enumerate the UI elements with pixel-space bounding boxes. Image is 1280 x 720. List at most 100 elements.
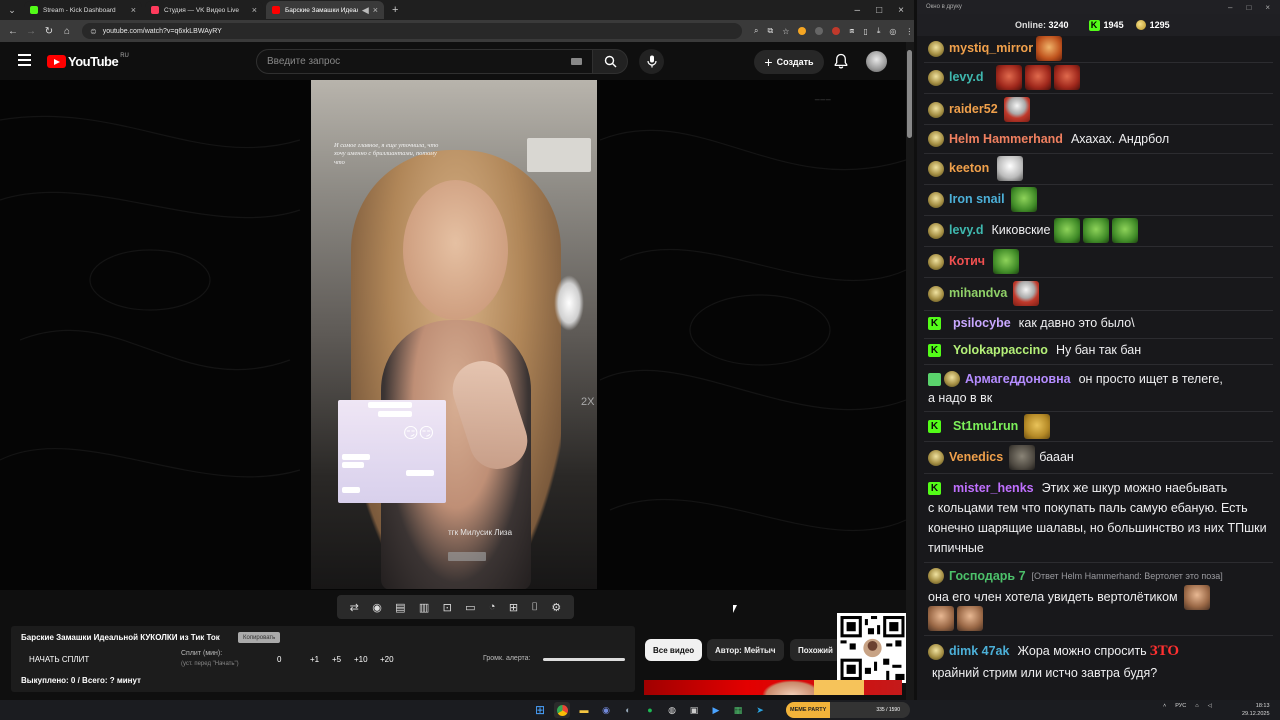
- add-clip-icon[interactable]: ⊞: [509, 601, 518, 614]
- language-indicator[interactable]: РУС: [1175, 703, 1186, 709]
- back-icon[interactable]: ←: [4, 26, 22, 37]
- username[interactable]: levy.d: [949, 71, 984, 84]
- volume-icon[interactable]: ◁: [1208, 703, 1212, 709]
- username[interactable]: psilocybe: [953, 317, 1011, 330]
- search-input[interactable]: Введите запрос: [256, 49, 593, 74]
- extension-icon[interactable]: [832, 27, 841, 35]
- maximize-icon[interactable]: □: [1246, 3, 1251, 12]
- close-icon[interactable]: ×: [898, 5, 904, 16]
- maximize-icon[interactable]: □: [876, 5, 882, 16]
- playlist-icon[interactable]: ▤: [395, 601, 405, 614]
- clapper-icon[interactable]: ▥: [419, 601, 429, 614]
- close-tab-icon[interactable]: ×: [131, 5, 136, 15]
- profile-icon[interactable]: ◎: [889, 27, 896, 36]
- copy-button[interactable]: Копировать: [238, 632, 281, 643]
- media-player-icon[interactable]: ▶: [708, 702, 724, 718]
- search-button[interactable]: [592, 49, 628, 74]
- minimize-icon[interactable]: –: [855, 5, 861, 16]
- add-20-button[interactable]: +20: [380, 655, 394, 664]
- home-icon[interactable]: ⌂: [58, 26, 76, 37]
- username[interactable]: raider52: [949, 103, 998, 116]
- download-icon[interactable]: ⤓: [877, 26, 881, 36]
- folder-icon[interactable]: ▬: [576, 702, 592, 718]
- chip-author[interactable]: Автор: Мейтыч: [707, 639, 784, 661]
- site-info-icon[interactable]: ⊜: [90, 27, 97, 36]
- create-button[interactable]: + Создать: [754, 50, 824, 74]
- recommended-thumbnail[interactable]: [644, 680, 902, 695]
- theater-icon[interactable]: ▭: [465, 601, 475, 614]
- spotify-icon[interactable]: ●: [642, 702, 658, 718]
- start-split-button[interactable]: НАЧАТЬ СПЛИТ: [29, 655, 89, 664]
- alert-volume-slider[interactable]: [543, 658, 625, 661]
- settings-gear-icon[interactable]: ⚙: [551, 601, 561, 614]
- telegram-icon[interactable]: ➤: [752, 702, 768, 718]
- tab-search-button[interactable]: ⌄: [3, 1, 21, 19]
- username[interactable]: Армагеддоновна: [965, 373, 1071, 386]
- username[interactable]: keeton: [949, 162, 989, 175]
- account-avatar[interactable]: [866, 51, 887, 72]
- close-tab-icon[interactable]: ×: [252, 5, 257, 15]
- windows-start-icon[interactable]: ⊞: [532, 702, 548, 718]
- audio-icon[interactable]: ◀: [362, 5, 369, 16]
- page-scrollbar[interactable]: [906, 42, 914, 700]
- chip-all-videos[interactable]: Все видео: [645, 639, 703, 661]
- video-player[interactable]: И самое главное, я еще уточнила, что хоч…: [0, 80, 906, 590]
- close-tab-icon[interactable]: ×: [373, 5, 378, 15]
- chip-similar[interactable]: Похожий: [790, 639, 841, 661]
- screenshot-icon[interactable]: ⌷: [531, 601, 538, 614]
- scrollbar-thumb[interactable]: [907, 50, 912, 138]
- network-icon[interactable]: ⌂: [1195, 703, 1198, 709]
- minimize-icon[interactable]: –: [1228, 3, 1232, 12]
- share-icon[interactable]: ⧉: [767, 26, 773, 36]
- username[interactable]: Котич: [949, 255, 985, 268]
- sidebar-icon[interactable]: ▯: [863, 27, 867, 36]
- username[interactable]: St1mu1run: [953, 420, 1018, 433]
- extension-icon[interactable]: [815, 27, 824, 35]
- keyboard-icon[interactable]: [571, 58, 582, 65]
- chrome-icon[interactable]: [554, 702, 570, 718]
- app-icon[interactable]: ▣: [686, 702, 702, 718]
- obs-icon[interactable]: ◍: [664, 702, 680, 718]
- loop-icon[interactable]: ⇄: [350, 601, 359, 614]
- video-frame[interactable]: И самое главное, я еще уточнила, что хоч…: [311, 80, 597, 589]
- username[interactable]: mihandva: [949, 287, 1007, 300]
- steam-icon[interactable]: ◐: [620, 702, 636, 718]
- more-menu-icon[interactable]: ⋮: [905, 27, 913, 36]
- youtube-logo[interactable]: YouTube RU: [47, 53, 129, 69]
- meme-party-widget[interactable]: MEME PARTY 335 / 1590: [786, 702, 910, 718]
- notifications-bell-icon[interactable]: [834, 53, 848, 69]
- chat-app-icon[interactable]: ▦: [730, 702, 746, 718]
- tab-vk-studio[interactable]: Студия — VK Видео Live ×: [145, 1, 263, 19]
- close-icon[interactable]: ×: [1265, 3, 1270, 12]
- username[interactable]: Yolokappaccino: [953, 344, 1048, 357]
- add-10-button[interactable]: +10: [354, 655, 368, 664]
- extension-icon[interactable]: [798, 27, 807, 35]
- chat-messages[interactable]: mystiq_mirror levy.d raider52 Helm Hamme…: [917, 36, 1280, 686]
- menu-icon[interactable]: [18, 54, 31, 66]
- username[interactable]: Iron snail: [949, 193, 1005, 206]
- username[interactable]: mister_henks: [953, 482, 1034, 495]
- username[interactable]: dimk 47ak: [949, 645, 1009, 658]
- speed-gauge-icon[interactable]: ◔: [489, 601, 496, 613]
- reload-icon[interactable]: ↻: [40, 26, 58, 37]
- voice-search-button[interactable]: [639, 49, 664, 74]
- username[interactable]: mystiq_mirror: [949, 42, 1033, 55]
- username[interactable]: levy.d: [949, 224, 984, 237]
- add-1-button[interactable]: +1: [310, 655, 319, 664]
- username[interactable]: Господарь 7: [949, 570, 1026, 583]
- zoom-icon[interactable]: ⌕: [754, 26, 758, 36]
- forward-icon[interactable]: →: [22, 26, 40, 37]
- broadcast-icon[interactable]: ◉: [372, 601, 382, 614]
- username[interactable]: Helm Hammerhand: [949, 133, 1063, 146]
- clock[interactable]: 18:13 29.12.2025: [1242, 702, 1270, 718]
- add-5-button[interactable]: +5: [332, 655, 341, 664]
- chevron-up-icon[interactable]: ˄: [1163, 703, 1166, 709]
- address-bar[interactable]: ⊜ youtube.com/watch?v=q6xkLBWAyRY: [82, 23, 742, 39]
- reply-reference[interactable]: [Ответ Helm Hammerhand: Вертолет это поз…: [1032, 571, 1223, 581]
- tab-kick-dashboard[interactable]: Stream - Kick Dashboard ×: [24, 1, 142, 19]
- bookmark-star-icon[interactable]: ☆: [782, 27, 789, 36]
- new-tab-button[interactable]: +: [392, 4, 398, 16]
- resize-icon[interactable]: ⊡: [443, 601, 452, 614]
- extensions-puzzle-icon[interactable]: ⧈: [849, 26, 854, 36]
- discord-icon[interactable]: ◉: [598, 702, 614, 718]
